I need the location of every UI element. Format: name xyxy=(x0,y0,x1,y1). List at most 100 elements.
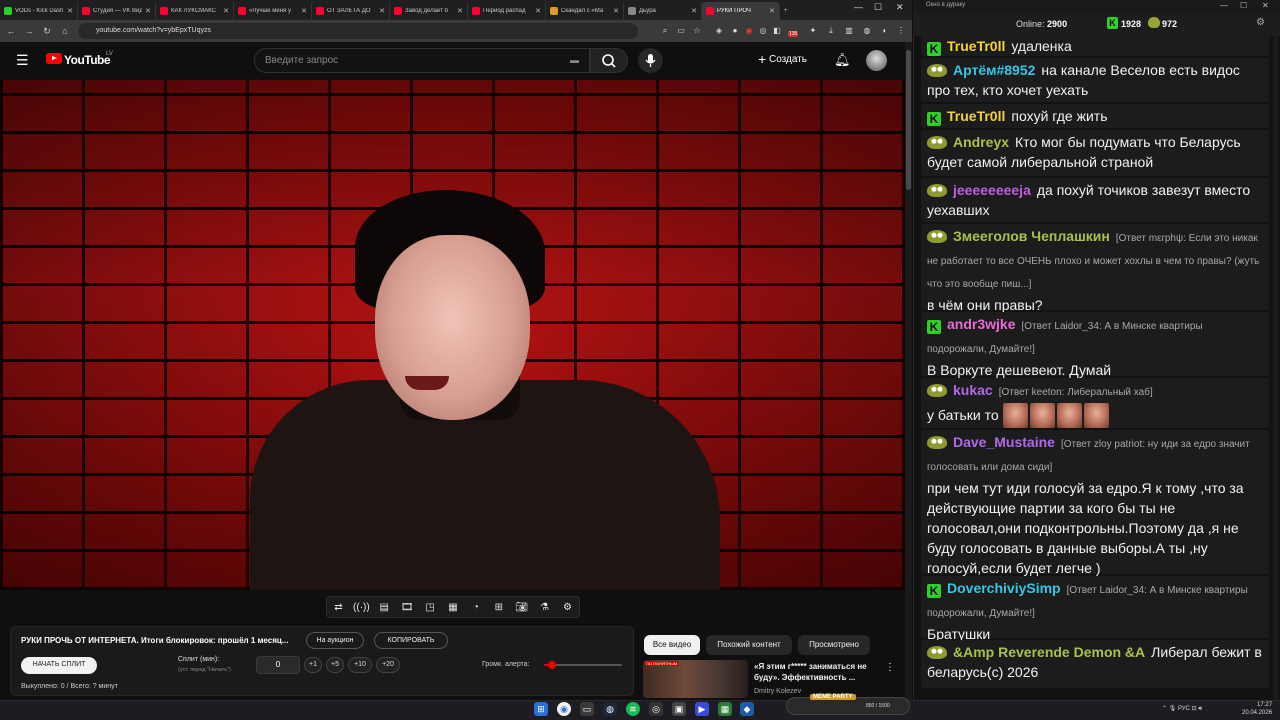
browser-tab[interactable]: «Лучше меня у ✕ xyxy=(234,2,312,20)
page-scrollbar-thumb[interactable] xyxy=(906,50,911,190)
forward-icon[interactable]: → xyxy=(24,26,34,36)
chat-reply-quote[interactable]: [Ответ keeton: Либеральный хаб] xyxy=(999,387,1153,398)
close-icon[interactable]: ✕ xyxy=(301,7,307,15)
reload-icon[interactable]: ↻ xyxy=(42,26,52,37)
picture-in-picture-icon[interactable]: ◳ xyxy=(421,602,439,613)
close-icon[interactable]: ✕ xyxy=(769,7,775,15)
app-icon[interactable]: ◆ xyxy=(740,702,754,716)
search-input[interactable]: Введите запрос xyxy=(254,48,590,73)
browser-tab[interactable]: КАК ЛУКСМАКС ✕ xyxy=(156,2,234,20)
chat-username[interactable]: Артём#8952 xyxy=(953,62,1035,78)
windows-start-icon[interactable]: ⊞ xyxy=(534,702,548,716)
extension-icon[interactable]: ◉ xyxy=(744,26,754,36)
youtube-logo-icon[interactable] xyxy=(46,53,62,64)
back-icon[interactable]: ← xyxy=(6,26,16,36)
playlist-icon[interactable]: ▤ xyxy=(375,602,393,613)
add-1-button[interactable]: +1 xyxy=(304,657,322,673)
close-icon[interactable]: ✕ xyxy=(379,7,385,15)
app-icon[interactable]: ▦ xyxy=(718,702,732,716)
split-minutes-input[interactable]: 0 xyxy=(256,656,300,674)
chat-scrollbar[interactable] xyxy=(1273,36,1278,700)
screenshot-camera-icon[interactable]: 📷︎ xyxy=(513,602,531,613)
puzzle-icon[interactable]: ✦ xyxy=(808,26,818,36)
new-tab-button[interactable]: + xyxy=(780,2,796,20)
browser-tab[interactable]: Завод делает б ✕ xyxy=(390,2,468,20)
minimize-icon[interactable]: — xyxy=(1220,1,1228,10)
cinema-mode-icon[interactable]: ▦ xyxy=(444,602,462,613)
chat-username[interactable]: Змееголов Чеплашкин xyxy=(953,228,1110,244)
close-icon[interactable]: ✕ xyxy=(67,7,73,15)
maximize-icon[interactable]: ☐ xyxy=(1240,1,1247,10)
extension-icon[interactable]: ◎ xyxy=(758,26,768,36)
browser-tab[interactable]: Студия — VK Видео✕ xyxy=(78,2,156,20)
loop-icon[interactable]: ⇄ xyxy=(329,602,347,613)
search-icon[interactable]: ⌕ xyxy=(660,26,670,36)
speed-gauge-icon[interactable]: ◔ xyxy=(467,602,485,613)
chat-username[interactable]: jeeeeeeeeja xyxy=(953,182,1031,198)
extension-icon[interactable]: ◈ xyxy=(714,26,724,36)
notifications-bell-icon[interactable]: 🔔︎ xyxy=(834,52,851,68)
browser-tab[interactable]: Дьӱра ✕ xyxy=(624,2,702,20)
video-player[interactable] xyxy=(0,80,905,590)
chat-username[interactable]: &Amp Reverende Demon &A xyxy=(953,644,1145,660)
steam-icon[interactable]: ◍ xyxy=(603,702,617,716)
add-clip-icon[interactable]: ⊞ xyxy=(490,602,508,613)
chip-watched[interactable]: Просмотрено xyxy=(798,635,870,655)
gear-icon[interactable]: ⚙ xyxy=(559,602,577,613)
minimize-icon[interactable]: — xyxy=(854,2,863,12)
avatar[interactable] xyxy=(866,50,887,71)
media-player-icon[interactable]: ▶ xyxy=(695,702,709,716)
address-bar[interactable]: youtube.com/watch?v=ybEpxTUqyzs xyxy=(78,23,638,39)
split-view-icon[interactable]: ▥ xyxy=(844,26,854,36)
copy-button[interactable]: КОПИРОВАТЬ xyxy=(374,632,448,649)
browser-tab-active[interactable]: РУКИ ПРОЧ ✕ xyxy=(702,2,780,20)
browser-tab[interactable]: ОТ ЗАЛЕТА ДО ✕ xyxy=(312,2,390,20)
settings-icon[interactable]: ⚙ xyxy=(1256,17,1265,28)
film-icon[interactable]: 🎞︎ xyxy=(398,602,416,613)
add-20-button[interactable]: +20 xyxy=(376,657,400,673)
add-10-button[interactable]: +10 xyxy=(348,657,372,673)
audio-wave-icon[interactable]: ((·)) xyxy=(352,602,370,613)
alert-volume-handle[interactable] xyxy=(547,661,556,669)
related-video-channel[interactable]: Dmitry Kolezev xyxy=(754,688,801,695)
extension-icon[interactable]: ● xyxy=(730,26,740,36)
bookmark-star-icon[interactable]: ☆ xyxy=(692,26,702,36)
download-icon[interactable]: ⤓ xyxy=(826,26,836,36)
browser-tab[interactable]: Скандал с «Ма ✕ xyxy=(546,2,624,20)
browser-tab[interactable]: VODs - Kick Dash ✕ xyxy=(0,2,78,20)
chat-username[interactable]: TrueTr0ll xyxy=(947,38,1005,54)
obs-icon[interactable]: ◎ xyxy=(649,702,663,716)
start-split-button[interactable]: НАЧАТЬ СПЛИТ xyxy=(21,657,97,674)
search-button[interactable] xyxy=(590,48,628,73)
profile-icon[interactable]: ◍ xyxy=(862,26,872,36)
chat-username[interactable]: TrueTr0ll xyxy=(947,108,1005,124)
close-icon[interactable]: ✕ xyxy=(457,7,463,15)
cast-icon[interactable]: ▭ xyxy=(676,26,686,36)
account-icon[interactable]: ◐ xyxy=(880,26,890,36)
related-video-title[interactable]: «Я этим г***** заниматься не буду». Эффе… xyxy=(754,661,878,683)
close-icon[interactable]: ✕ xyxy=(223,7,229,15)
close-window-icon[interactable]: ✕ xyxy=(896,2,904,13)
spotify-icon[interactable]: ≋ xyxy=(626,702,640,716)
extension-icon[interactable]: ◧ xyxy=(772,26,782,36)
system-tray[interactable]: ⌃ 🎙︎ РУС ⊡ 🔊︎ xyxy=(1162,705,1202,713)
close-icon[interactable]: ✕ xyxy=(691,7,697,15)
menu-dots-icon[interactable]: ⋮ xyxy=(896,26,906,36)
chat-username[interactable]: andr3wjke xyxy=(947,316,1015,332)
auction-button[interactable]: На аукцион xyxy=(306,632,364,649)
clock[interactable]: 17:27 20.04.2026 xyxy=(1242,701,1272,717)
chat-username[interactable]: DoverchiviySimp xyxy=(947,580,1061,596)
chrome-icon[interactable]: ◉ xyxy=(557,702,571,716)
create-button[interactable]: + Создать xyxy=(758,51,807,67)
maximize-icon[interactable]: ☐ xyxy=(874,2,882,13)
chat-username[interactable]: Andreyx xyxy=(953,134,1009,150)
keyboard-icon[interactable]: ▬ xyxy=(570,55,579,65)
more-options-icon[interactable]: ⋮ xyxy=(885,662,895,673)
app-icon[interactable]: ▣ xyxy=(672,702,686,716)
close-window-icon[interactable]: ✕ xyxy=(1262,1,1269,10)
voice-search-button[interactable] xyxy=(638,48,663,73)
close-icon[interactable]: ✕ xyxy=(613,7,619,15)
flask-icon[interactable]: ⚗ xyxy=(536,602,554,613)
close-icon[interactable]: ✕ xyxy=(535,7,541,15)
close-icon[interactable]: ✕ xyxy=(145,7,151,15)
